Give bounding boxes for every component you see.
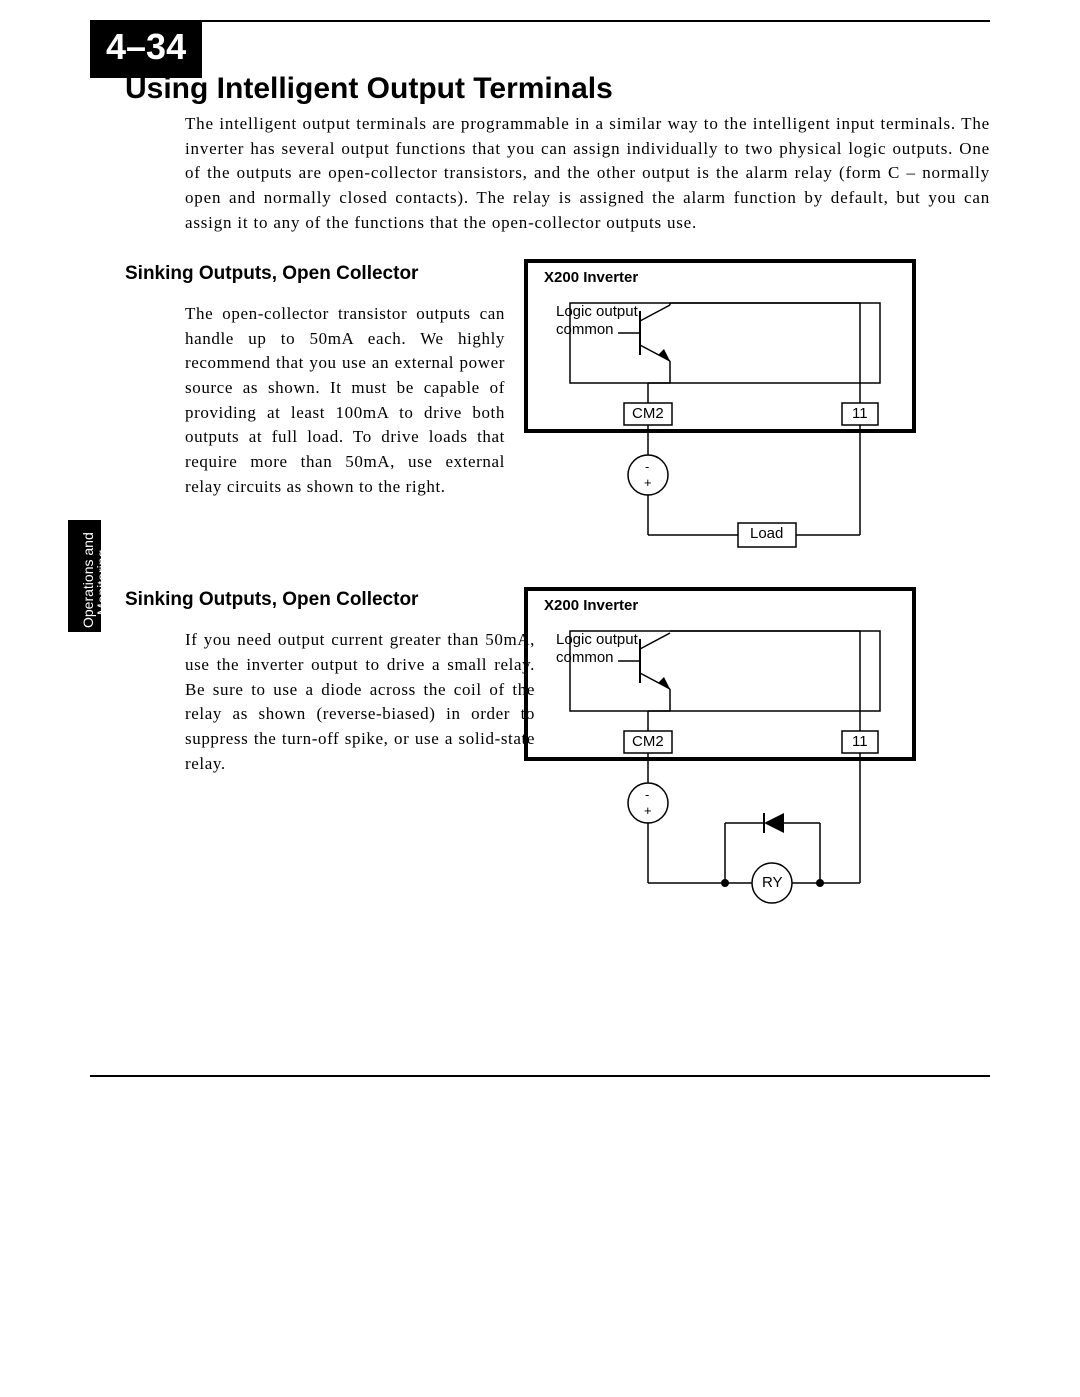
diagram-2-t11: 11	[852, 733, 868, 750]
diagram-1-cm2: CM2	[632, 405, 664, 422]
main-content: Using Intelligent Output Terminals The i…	[125, 72, 990, 793]
diagram-2-title: X200 Inverter	[544, 597, 638, 614]
diagram-2-logic-output: Logic output	[556, 631, 638, 648]
diagram-1-title: X200 Inverter	[544, 269, 638, 286]
diagram-1-common: common	[556, 321, 614, 338]
intro-paragraph: The intelligent output terminals are pro…	[185, 112, 990, 235]
diagram-1-logic-output: Logic output	[556, 303, 638, 320]
diagram-2-minus: -	[645, 787, 649, 802]
bottom-rule	[90, 1075, 990, 1077]
diagram-2-ry: RY	[762, 874, 783, 891]
diagram-1-t11: 11	[852, 405, 868, 422]
diagram-2-common: common	[556, 649, 614, 666]
diagram-2-plus: +	[644, 803, 652, 818]
section-2: Sinking Outputs, Open Collector If you n…	[125, 589, 990, 776]
diagram-2: X200 Inverter Logic output common CM2 11…	[520, 583, 920, 913]
top-rule	[90, 20, 990, 22]
diagram-1: X200 Inverter Logic output common CM2 11…	[520, 255, 920, 560]
section-tab: Operations and Monitoring	[68, 520, 101, 632]
section-1: Sinking Outputs, Open Collector The open…	[125, 263, 990, 499]
section-2-body: If you need output current greater than …	[185, 628, 535, 776]
diagram-1-plus: +	[644, 475, 652, 490]
diagram-2-cm2: CM2	[632, 733, 664, 750]
diagram-1-minus: -	[645, 459, 649, 474]
section-tab-line2: Monitoring	[94, 550, 110, 615]
page-number: 4–34	[90, 20, 202, 78]
page: 4–34 Operations and Monitoring Using Int…	[0, 0, 1080, 1397]
section-1-body: The open-collector transistor outputs ca…	[185, 302, 505, 499]
diagram-1-load: Load	[750, 525, 783, 542]
page-title: Using Intelligent Output Terminals	[125, 72, 990, 106]
